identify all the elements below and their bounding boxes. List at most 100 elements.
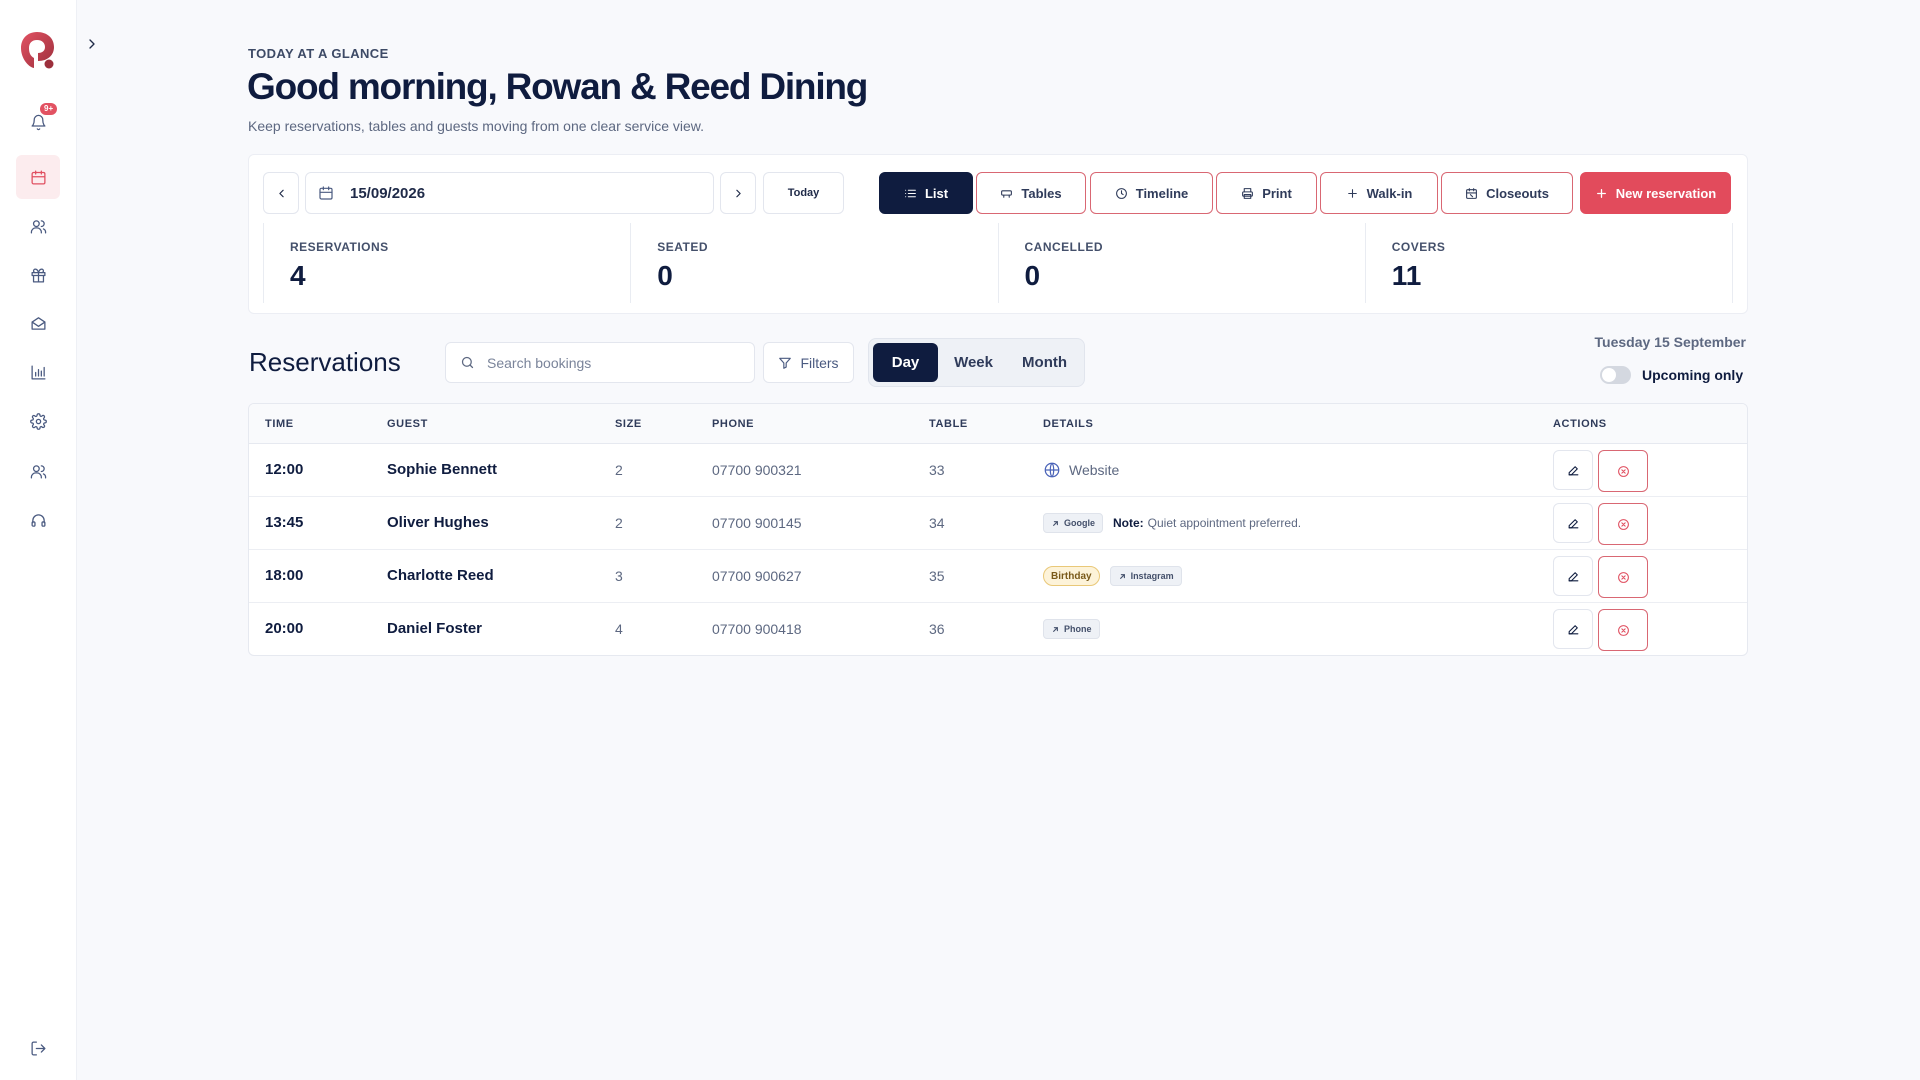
edit-button[interactable] — [1553, 503, 1593, 543]
stat-value: 0 — [1024, 260, 1041, 291]
brand-logo[interactable] — [20, 31, 56, 69]
time-cell: 18:00 — [265, 567, 304, 584]
cancel-reservation-button[interactable] — [1598, 503, 1648, 545]
guest-cell: Charlotte Reed — [387, 567, 494, 584]
list-icon — [905, 189, 916, 197]
stat-label: CANCELLED — [1024, 240, 1103, 254]
table-row[interactable]: 18:00 Charlotte Reed 3 07700 900627 35 B… — [249, 550, 1747, 603]
new-reservation-label: New reservation — [1615, 185, 1717, 201]
print-button[interactable]: Print — [1216, 172, 1317, 214]
new-reservation-button[interactable]: New reservation — [1580, 172, 1731, 214]
booking-note: Note: Quiet appointment preferred. — [1113, 516, 1301, 530]
upcoming-only-toggle[interactable] — [1600, 366, 1631, 384]
calendar-icon — [30, 169, 46, 185]
closeouts-button[interactable]: Closeouts — [1441, 172, 1573, 214]
search-bookings-field[interactable] — [445, 342, 755, 383]
chevron-left-icon — [278, 189, 284, 197]
cancel-reservation-button[interactable] — [1598, 609, 1648, 651]
column-header-size: SIZE — [615, 418, 642, 430]
table-icon — [1001, 189, 1013, 198]
stat-covers: COVERS 11 — [1364, 223, 1733, 303]
guest-cell: Daniel Foster — [387, 620, 483, 637]
table-header: TIME GUEST SIZE PHONE TABLE DETAILS ACTI… — [249, 404, 1747, 444]
source-pill: Google — [1043, 513, 1103, 533]
source-pill: Phone — [1043, 619, 1100, 639]
expand-sidebar-button[interactable] — [84, 36, 100, 52]
tab-day[interactable]: Day — [873, 343, 939, 382]
arrow-up-right-icon — [1053, 626, 1058, 632]
time-cell: 12:00 — [265, 461, 304, 478]
size-cell: 2 — [615, 515, 623, 531]
closeouts-label: Closeouts — [1486, 185, 1549, 201]
column-header-table: TABLE — [929, 418, 968, 430]
list-view-button[interactable]: List — [879, 172, 973, 214]
sidebar-item-settings[interactable] — [16, 399, 60, 443]
size-cell: 3 — [615, 568, 623, 584]
notification-badge: 9+ — [40, 103, 58, 115]
globe-icon — [1044, 462, 1060, 478]
table-row[interactable]: 13:45 Oliver Hughes 2 07700 900145 34 Go… — [249, 497, 1747, 550]
tab-month[interactable]: Month — [1009, 343, 1080, 382]
list-label: List — [924, 185, 949, 201]
next-day-button[interactable] — [720, 172, 756, 214]
phone-cell: 07700 900418 — [712, 621, 802, 637]
cancel-reservation-button[interactable] — [1598, 450, 1648, 492]
phone-cell: 07700 900145 — [712, 515, 802, 531]
sidebar: 9+ — [0, 0, 77, 1080]
note-label: Note: — [1113, 516, 1144, 530]
arrow-up-right-icon — [1119, 573, 1125, 579]
stat-label: RESERVATIONS — [290, 240, 389, 254]
mail-icon — [30, 316, 46, 330]
timeline-view-button[interactable]: Timeline — [1090, 172, 1213, 214]
walk-in-button[interactable]: Walk-in — [1320, 172, 1438, 214]
tables-label: Tables — [1021, 185, 1062, 201]
notifications-button[interactable]: 9+ — [16, 100, 60, 144]
table-cell: 35 — [929, 568, 945, 584]
source-website: Website — [1043, 461, 1119, 479]
birthday-tag: Birthday — [1043, 566, 1100, 586]
cancel-reservation-button[interactable] — [1598, 556, 1648, 598]
eyebrow-label: TODAY AT A GLANCE — [248, 46, 389, 61]
size-cell: 4 — [615, 621, 623, 637]
table-row[interactable]: 12:00 Sophie Bennett 2 07700 900321 33 W… — [249, 444, 1747, 497]
logout-button[interactable] — [16, 1026, 60, 1070]
pencil-icon — [1568, 571, 1578, 581]
date-picker-field[interactable]: 15/09/2026 — [305, 172, 714, 214]
note-text: Quiet appointment preferred. — [1147, 516, 1302, 530]
stats-row: RESERVATIONS 4 SEATED 0 CANCELLED 0 COVE… — [263, 223, 1733, 303]
chevron-right-icon — [735, 189, 741, 197]
headset-icon — [30, 513, 46, 527]
sidebar-item-guests[interactable] — [16, 204, 60, 248]
sidebar-item-reports[interactable] — [16, 350, 60, 394]
print-label: Print — [1262, 185, 1292, 201]
upcoming-only-label: Upcoming only — [1642, 367, 1744, 383]
search-input[interactable] — [487, 354, 727, 371]
table-row[interactable]: 20:00 Daniel Foster 4 07700 900418 36 Ph… — [249, 603, 1747, 655]
upcoming-only-control: Upcoming only — [1600, 366, 1743, 384]
stat-cancelled: CANCELLED 0 — [997, 223, 1365, 303]
details-cell: Google Note: Quiet appointment preferred. — [1043, 512, 1301, 534]
edit-button[interactable] — [1553, 450, 1593, 490]
sidebar-item-messages[interactable] — [16, 301, 60, 345]
date-value: 15/09/2026 — [350, 184, 426, 202]
sidebar-item-gifts[interactable] — [16, 253, 60, 297]
pencil-icon — [1568, 518, 1578, 528]
previous-day-button[interactable] — [263, 172, 299, 214]
source-label: Google — [1064, 518, 1095, 528]
pencil-icon — [1568, 465, 1578, 475]
today-button[interactable]: Today — [763, 172, 844, 214]
phone-cell: 07700 900321 — [712, 462, 802, 478]
search-icon — [461, 356, 474, 369]
source-pill: Instagram — [1109, 566, 1182, 586]
clock-icon — [1115, 187, 1127, 199]
edit-button[interactable] — [1553, 609, 1593, 649]
sidebar-item-support[interactable] — [16, 498, 60, 542]
filters-button[interactable]: Filters — [763, 342, 854, 383]
tab-week[interactable]: Week — [940, 343, 1007, 382]
sidebar-item-reservations[interactable] — [16, 155, 60, 199]
edit-button[interactable] — [1553, 556, 1593, 596]
sidebar-item-staff[interactable] — [16, 449, 60, 493]
time-cell: 13:45 — [265, 514, 304, 531]
tables-view-button[interactable]: Tables — [976, 172, 1086, 214]
source-label: Website — [1069, 462, 1120, 478]
